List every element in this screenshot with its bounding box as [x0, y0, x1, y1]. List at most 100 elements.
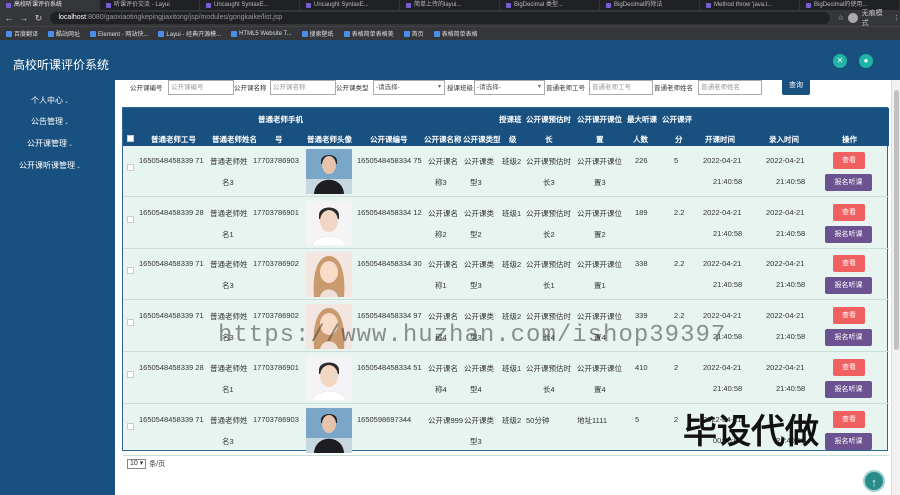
- course-name-input[interactable]: 公开课名称: [270, 80, 336, 95]
- tab-favicon-icon: [206, 2, 211, 8]
- duration-cell: 公开课预估时: [526, 157, 571, 166]
- page-scrollbar[interactable]: [891, 80, 900, 495]
- menu-icon[interactable]: ⋮: [893, 14, 900, 22]
- browser-tab[interactable]: Uncaught SyntaxE...: [300, 0, 400, 10]
- teacher-id-input[interactable]: 普通老师工号: [589, 80, 653, 95]
- bookmark-item[interactable]: 表格简单表格: [433, 29, 478, 38]
- enroll-button[interactable]: 报名听课: [825, 277, 872, 295]
- teacher-name-input[interactable]: 普通老师姓名: [698, 80, 762, 95]
- fullscreen-icon[interactable]: ✕: [833, 54, 847, 68]
- view-button[interactable]: 查看: [833, 255, 865, 273]
- entry-time-cell: 21:40:58: [776, 177, 806, 186]
- phone-cell: 17703786903: [253, 156, 299, 165]
- enroll-button[interactable]: 报名听课: [825, 432, 872, 450]
- enroll-button[interactable]: 报名听课: [825, 225, 872, 243]
- tab-title: 听课评价交流 - Layui: [114, 2, 170, 8]
- scrollbar-thumb[interactable]: [894, 90, 899, 350]
- location-cell: 公开课开课位: [577, 208, 622, 218]
- course-name-cell: 公开课名: [428, 260, 458, 270]
- page-size-select[interactable]: 10 ▾: [127, 459, 147, 469]
- enroll-button[interactable]: 报名听课: [825, 329, 872, 347]
- browser-tab[interactable]: BigDecimal 类型...: [500, 0, 600, 10]
- forward-icon[interactable]: →: [18, 13, 30, 23]
- view-button[interactable]: 查看: [833, 152, 865, 169]
- row-checkbox[interactable]: [127, 267, 134, 275]
- header-score-top: 公开课评: [662, 115, 692, 124]
- sidebar-item-course-management[interactable]: 公开课管理⌄: [0, 138, 115, 149]
- sidebar-item-notice-management[interactable]: 公告管理⌄: [0, 116, 115, 127]
- browser-tab[interactable]: Uncaught SyntaxE...: [200, 0, 300, 10]
- course-name-cell: 称4: [435, 384, 447, 394]
- teacher-id-cell: 1650548458339 28: [139, 207, 204, 217]
- teacher-name-cell: 名3: [222, 436, 234, 446]
- teacher-name-cell: 普通老师姓: [210, 157, 248, 166]
- view-button[interactable]: 查看: [833, 307, 865, 325]
- view-button[interactable]: 查看: [833, 358, 865, 376]
- tab-favicon-icon: [806, 2, 811, 8]
- browser-tab[interactable]: BigDecimal的除法: [600, 0, 700, 10]
- bookmark-item[interactable]: 搜索壁纸: [301, 29, 334, 38]
- view-button[interactable]: 查看: [833, 203, 865, 221]
- bookmark-item[interactable]: Layui - 经典开源模...: [158, 29, 221, 38]
- back-icon[interactable]: ←: [3, 13, 15, 23]
- browser-tab[interactable]: 简单上传的layui...: [400, 0, 500, 10]
- row-checkbox[interactable]: [127, 370, 134, 378]
- user-icon[interactable]: ●: [859, 54, 873, 68]
- enroll-button[interactable]: 报名听课: [825, 380, 872, 398]
- browser-tab[interactable]: 高校听课评价系统: [0, 0, 100, 10]
- course-type-cell: 公开课类: [464, 363, 494, 373]
- start-date-cell: 2022-04-21: [703, 156, 742, 165]
- phone-cell: 17703786902: [253, 311, 299, 321]
- bookmark-item[interactable]: Element - 网站快...: [90, 29, 148, 38]
- table-row: 1650548458339 71 普通老师姓 名3 17703786902 165054…: [123, 249, 889, 301]
- query-button[interactable]: 查询: [782, 76, 810, 95]
- class-cell: 班级2: [502, 260, 522, 270]
- star-icon[interactable]: ☆: [838, 14, 844, 22]
- class-select[interactable]: -请选择- ▾: [474, 80, 545, 95]
- view-button[interactable]: 查看: [833, 410, 865, 428]
- bookmark-label: 百度翻译: [14, 32, 39, 38]
- row-checkbox[interactable]: [127, 164, 134, 171]
- reload-icon[interactable]: ↻: [33, 13, 45, 24]
- max-attendance-cell: 339: [635, 311, 648, 321]
- course-name-cell: 公开课名: [428, 208, 458, 218]
- score-cell: 2: [674, 362, 679, 372]
- row-checkbox[interactable]: [127, 319, 134, 327]
- row-checkbox[interactable]: [127, 215, 134, 223]
- header-class-bottom: 级: [509, 135, 517, 144]
- bookmark-label: 酷站网址: [56, 32, 81, 38]
- course-type-cell: 型3: [470, 178, 482, 187]
- class-cell: 班级1: [502, 208, 522, 218]
- course-no-input[interactable]: 公开课编号: [168, 80, 234, 95]
- tab-favicon-icon: [406, 2, 411, 8]
- bookmark-item[interactable]: 表格简单表格美: [343, 29, 394, 38]
- table-row: 1650548458339 28 普通老师姓 名1 17703786901 165054…: [123, 198, 889, 249]
- row-checkbox[interactable]: [127, 422, 134, 430]
- bookmark-item[interactable]: 酷站网址: [48, 29, 80, 38]
- course-type-select[interactable]: -请选择- ▾: [373, 80, 445, 95]
- sidebar-item-attendance-management[interactable]: 公开课听课管理⌄: [0, 160, 115, 171]
- watermark-text: https://www.huzhan.com/ishop39397: [218, 322, 727, 349]
- back-to-top-icon[interactable]: ↑: [863, 470, 885, 492]
- teacher-name-cell: 普通老师姓: [210, 312, 248, 322]
- header-photo: 普通老师头像: [307, 135, 352, 144]
- sidebar-item-personal-center[interactable]: 个人中心⌄: [0, 95, 115, 106]
- profile-avatar[interactable]: [847, 13, 858, 23]
- enroll-button[interactable]: 报名听课: [825, 174, 872, 191]
- tab-favicon-icon: [6, 2, 11, 8]
- select-all-checkbox[interactable]: [127, 135, 134, 142]
- teacher-id-cell: 1650548458339 71: [139, 259, 204, 269]
- header-teacher-name: 普通老师姓名: [212, 135, 257, 144]
- browser-tab[interactable]: 听课评价交流 - Layui: [100, 0, 200, 10]
- url-field[interactable]: localhost:8080/gaoxiaotingkepingjiaxiton…: [50, 12, 830, 24]
- bookmark-item[interactable]: 百度翻译: [6, 29, 38, 38]
- sidebar: 个人中心⌄ 公告管理⌄ 公开课管理⌄ 公开课听课管理⌄: [0, 80, 115, 495]
- bookmark-item[interactable]: 首页: [403, 29, 424, 38]
- url-path: :8080/gaoxiaotingkepingjiaxitong/jsp/mod…: [86, 14, 283, 21]
- tab-title: Uncaught SyntaxE...: [214, 2, 269, 8]
- bookmark-item[interactable]: HTML5 Website T...: [231, 30, 292, 37]
- entry-time-cell: 21:40:58: [776, 332, 806, 342]
- browser-tab[interactable]: Method throw 'java.l...: [700, 0, 800, 10]
- pagination: 10 ▾ 条/页: [127, 459, 165, 469]
- header-entry-time: 录入时间: [769, 135, 799, 144]
